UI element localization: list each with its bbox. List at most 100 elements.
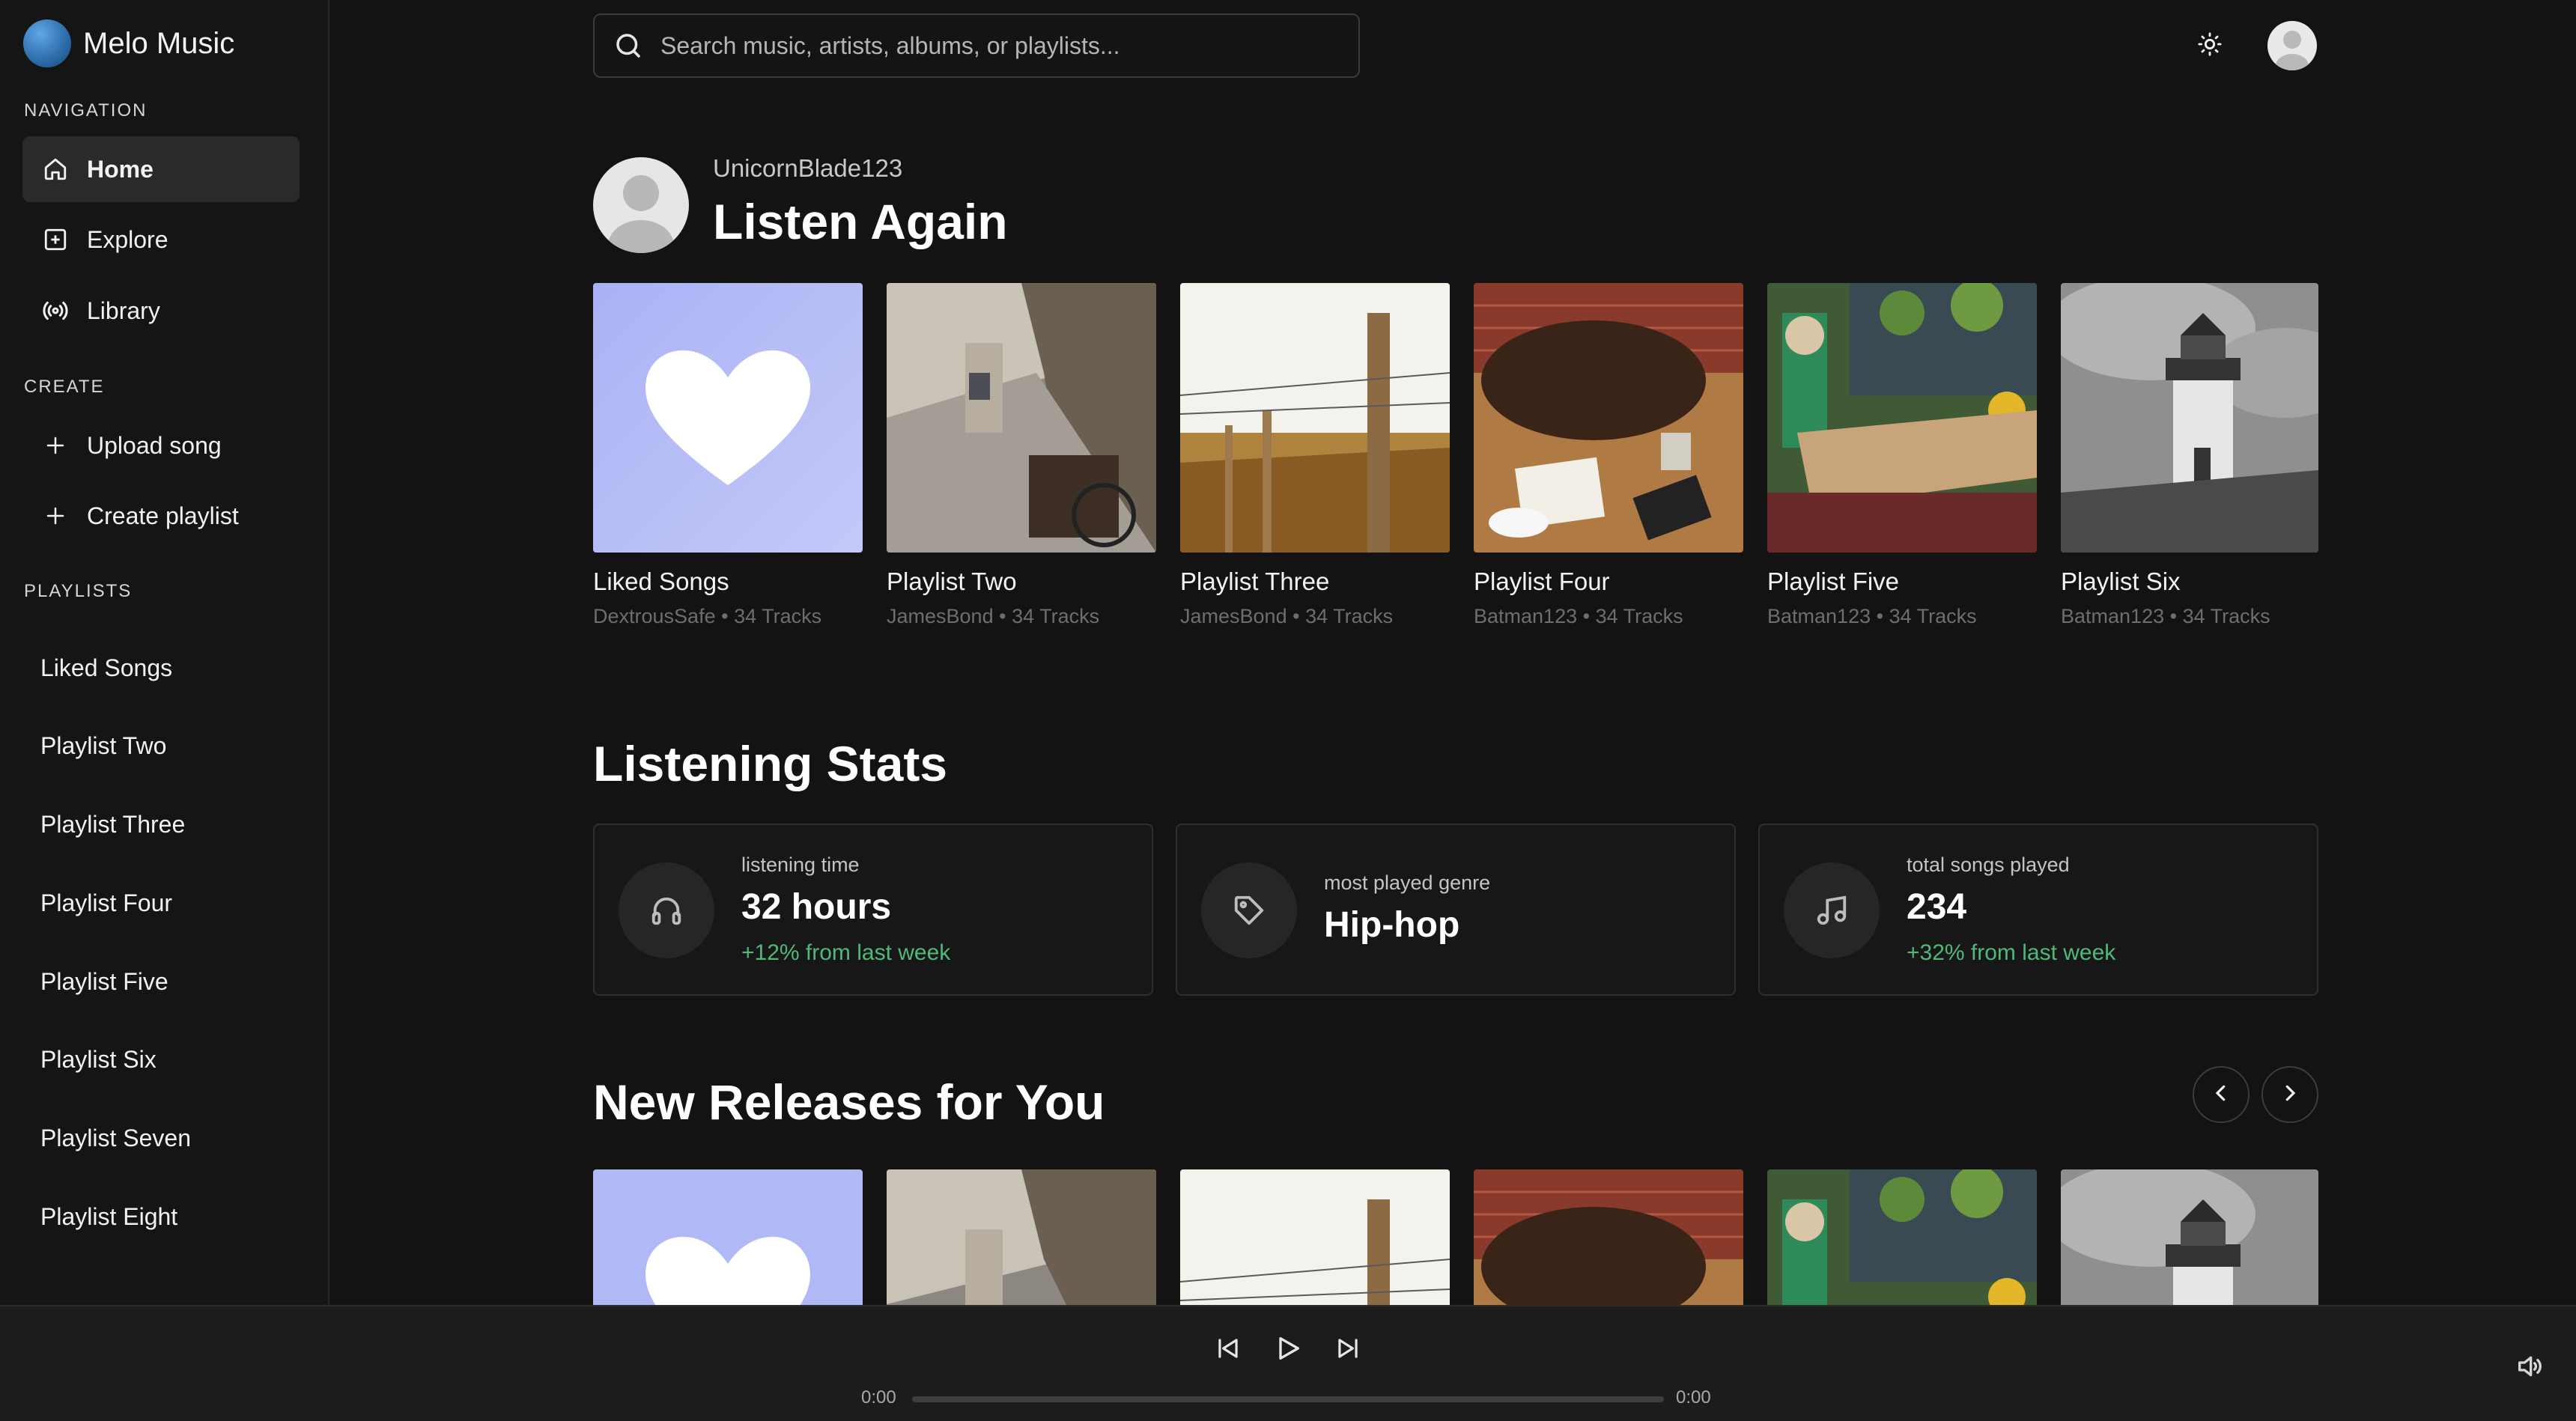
release-card[interactable]	[887, 1169, 1156, 1305]
volume-icon	[2515, 1351, 2545, 1385]
upload-song-button[interactable]: Upload song	[22, 413, 300, 478]
sidebar-playlist-item[interactable]: Playlist Eight	[40, 1203, 177, 1231]
playlist-title: Playlist Three	[1180, 568, 1330, 595]
playlist-cover	[887, 283, 1156, 553]
playlist-cover	[1180, 283, 1450, 553]
sidebar-item-library[interactable]: Library	[22, 278, 300, 344]
sidebar-playlist-item[interactable]: Playlist Three	[40, 811, 185, 839]
volume-button[interactable]	[2513, 1351, 2546, 1384]
playlists-section-title: PLAYLISTS	[24, 581, 133, 601]
skip-back-icon	[1214, 1334, 1242, 1366]
next-button[interactable]	[1330, 1332, 1366, 1368]
sidebar-playlist-item[interactable]: Playlist Four	[40, 889, 172, 917]
search-input[interactable]	[660, 31, 1334, 60]
theme-toggle-button[interactable]	[2193, 28, 2227, 63]
playlist-track-count: 34 Tracks	[1595, 605, 1683, 627]
playlist-card[interactable]: Playlist Six Batman123 • 34 Tracks	[2061, 283, 2318, 628]
avatar[interactable]	[2267, 21, 2317, 70]
plus-icon	[42, 502, 69, 529]
sidebar: Melo Music NAVIGATION Home Explore Libra…	[0, 0, 329, 1305]
search-icon	[611, 28, 645, 63]
playlist-owner: DextrousSafe	[593, 605, 716, 627]
sidebar-item-explore[interactable]: Explore	[22, 207, 300, 273]
playlist-card[interactable]: Playlist Two JamesBond • 34 Tracks	[887, 283, 1156, 628]
playlist-owner: Batman123	[1474, 605, 1578, 627]
scroll-right-button[interactable]	[2261, 1066, 2318, 1123]
release-card[interactable]	[2061, 1169, 2318, 1305]
playlist-meta: JamesBond • 34 Tracks	[887, 605, 1100, 627]
release-card[interactable]	[593, 1169, 863, 1305]
chevron-left-icon	[2210, 1082, 2232, 1108]
playlist-title: Playlist Four	[1474, 568, 1610, 595]
playlist-cover	[1474, 283, 1743, 553]
sidebar-playlist-item[interactable]: Playlist Two	[40, 732, 166, 760]
stat-label: listening time	[741, 853, 860, 876]
playlist-card[interactable]: Liked Songs DextrousSafe • 34 Tracks	[593, 283, 863, 628]
playlist-card[interactable]: Playlist Four Batman123 • 34 Tracks	[1474, 283, 1743, 628]
skip-forward-icon	[1334, 1334, 1362, 1366]
playlist-track-count: 34 Tracks	[1305, 605, 1394, 627]
playlist-track-count: 34 Tracks	[2182, 605, 2270, 627]
headphones-icon	[619, 862, 714, 958]
sidebar-item-label: Home	[87, 155, 154, 183]
playlist-meta: JamesBond • 34 Tracks	[1180, 605, 1394, 627]
playlist-track-count: 34 Tracks	[734, 605, 822, 627]
tag-icon	[1201, 862, 1297, 958]
playlist-title: Playlist Two	[887, 568, 1017, 595]
play-button[interactable]	[1270, 1332, 1306, 1368]
previous-button[interactable]	[1210, 1332, 1246, 1368]
broadcast-icon	[42, 297, 69, 324]
duration: 0:00	[1676, 1387, 1711, 1408]
app-logo[interactable]: Melo Music	[23, 19, 234, 67]
scroll-left-button[interactable]	[2193, 1066, 2250, 1123]
playlist-title: Playlist Five	[1767, 568, 1900, 595]
chevron-right-icon	[2279, 1082, 2301, 1108]
sidebar-playlist-item[interactable]: Liked Songs	[40, 654, 172, 682]
stat-trend: +12% from last week	[741, 940, 951, 965]
playlist-card[interactable]: Playlist Three JamesBond • 34 Tracks	[1180, 283, 1450, 628]
sidebar-playlist-item[interactable]: Playlist Six	[40, 1046, 157, 1074]
progress-bar[interactable]	[912, 1396, 1664, 1402]
home-icon	[42, 156, 69, 183]
release-card[interactable]	[1474, 1169, 1743, 1305]
create-section-title: CREATE	[24, 377, 105, 397]
playlist-owner: Batman123	[1767, 605, 1871, 627]
sidebar-playlist-item[interactable]: Playlist Five	[40, 968, 168, 996]
release-card[interactable]	[1180, 1169, 1450, 1305]
playlist-meta: Batman123 • 34 Tracks	[2061, 605, 2270, 627]
stat-label: most played genre	[1324, 871, 1491, 894]
username: UnicornBlade123	[713, 154, 903, 182]
stat-value: 32 hours	[741, 887, 892, 927]
release-card[interactable]	[1767, 1169, 2037, 1305]
listening-stats-title: Listening Stats	[593, 736, 948, 791]
playlist-owner: Batman123	[2061, 605, 2165, 627]
user-avatar	[593, 157, 689, 253]
sidebar-playlist-item[interactable]: Playlist Seven	[40, 1125, 191, 1152]
stat-card-songs-played: total songs played 234 +32% from last we…	[1758, 824, 2318, 996]
playlist-title: Playlist Six	[2061, 568, 2181, 595]
playlist-meta: Batman123 • 34 Tracks	[1767, 605, 1977, 627]
sidebar-item-home[interactable]: Home	[22, 136, 300, 202]
playlist-track-count: 34 Tracks	[1012, 605, 1100, 627]
app-name: Melo Music	[83, 26, 235, 60]
playlist-cover	[1767, 283, 2037, 553]
playlist-meta: DextrousSafe • 34 Tracks	[593, 605, 822, 627]
sidebar-item-label: Explore	[87, 225, 168, 253]
search-bar[interactable]	[593, 13, 1360, 78]
playlist-owner: JamesBond	[1180, 605, 1287, 627]
stat-card-listening-time: listening time 32 hours +12% from last w…	[593, 824, 1153, 996]
new-releases-title: New Releases for You	[593, 1074, 1105, 1130]
playlist-cover	[593, 283, 863, 553]
app-root: Melo Music NAVIGATION Home Explore Libra…	[0, 0, 2576, 1421]
create-playlist-button[interactable]: Create playlist	[22, 483, 300, 549]
stat-label: total songs played	[1907, 853, 2070, 876]
playlist-track-count: 34 Tracks	[1889, 605, 1977, 627]
stat-trend: +32% from last week	[1907, 940, 2116, 965]
playlist-card[interactable]: Playlist Five Batman123 • 34 Tracks	[1767, 283, 2037, 628]
playlist-meta: Batman123 • 34 Tracks	[1474, 605, 1683, 627]
playlist-owner: JamesBond	[887, 605, 994, 627]
navigation-section-title: NAVIGATION	[24, 100, 148, 121]
playlist-cover	[2061, 283, 2318, 553]
page-title: Listen Again	[713, 194, 1008, 249]
stat-value: Hip-hop	[1324, 905, 1460, 945]
